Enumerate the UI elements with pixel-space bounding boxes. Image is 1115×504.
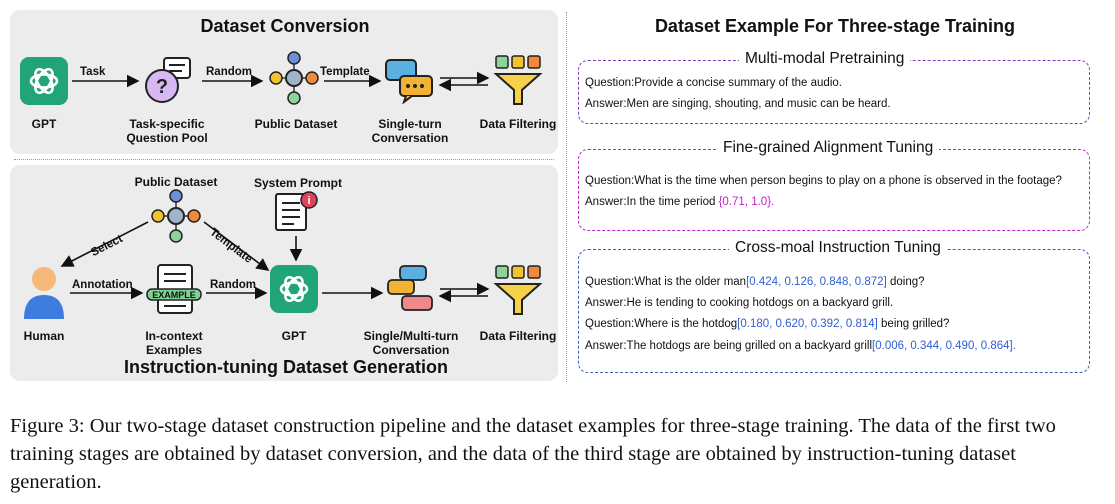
dataset-example-title: Dataset Example For Three-stage Training — [654, 16, 1016, 36]
in-context-label: In-context Examples — [145, 329, 203, 357]
instruction-generation-title: Instruction-tuning Dataset Generation — [123, 357, 449, 377]
figure-caption: Figure 3: Our two-stage dataset construc… — [10, 415, 1056, 493]
human-label: Human — [23, 329, 65, 343]
stage-line: Question:Provide a concise summary of th… — [585, 77, 842, 89]
gpt-label-2: GPT — [281, 329, 307, 343]
vertical-divider — [566, 12, 567, 382]
stage-title: Fine-grained Alignment Tuning — [717, 139, 940, 157]
stage-line: Answer:He is tending to cooking hotdogs … — [585, 297, 894, 309]
stage-line: Question:What is the older man[0.424, 0.… — [585, 276, 925, 288]
multi-turn-label: Single/Multi-turn Conversation — [363, 329, 459, 357]
stage-box-pretraining: Multi-modal Pretraining Question:Provide… — [578, 50, 1090, 124]
stage-line: Answer:Men are singing, shouting, and mu… — [585, 98, 891, 110]
stage-line: Question:Where is the hotdog[0.180, 0.62… — [585, 318, 950, 330]
edge-random-2: Random — [210, 279, 256, 291]
edge-annotation: Annotation — [72, 279, 133, 291]
stage-line: Question:What is the time when person be… — [585, 175, 1062, 187]
stage-title: Cross-moal Instruction Tuning — [729, 239, 947, 257]
stage-title: Multi-modal Pretraining — [739, 50, 911, 68]
stage-line: Answer:The hotdogs are being grilled on … — [585, 340, 1016, 352]
stage-box-alignment: Fine-grained Alignment Tuning Question:W… — [578, 139, 1090, 231]
stage-box-instruction: Cross-moal Instruction Tuning Question:W… — [578, 239, 1090, 373]
data-filtering-label-2: Data Filtering — [479, 329, 557, 343]
stage-line: Answer:In the time period {0.71, 1.0}. — [585, 196, 775, 208]
